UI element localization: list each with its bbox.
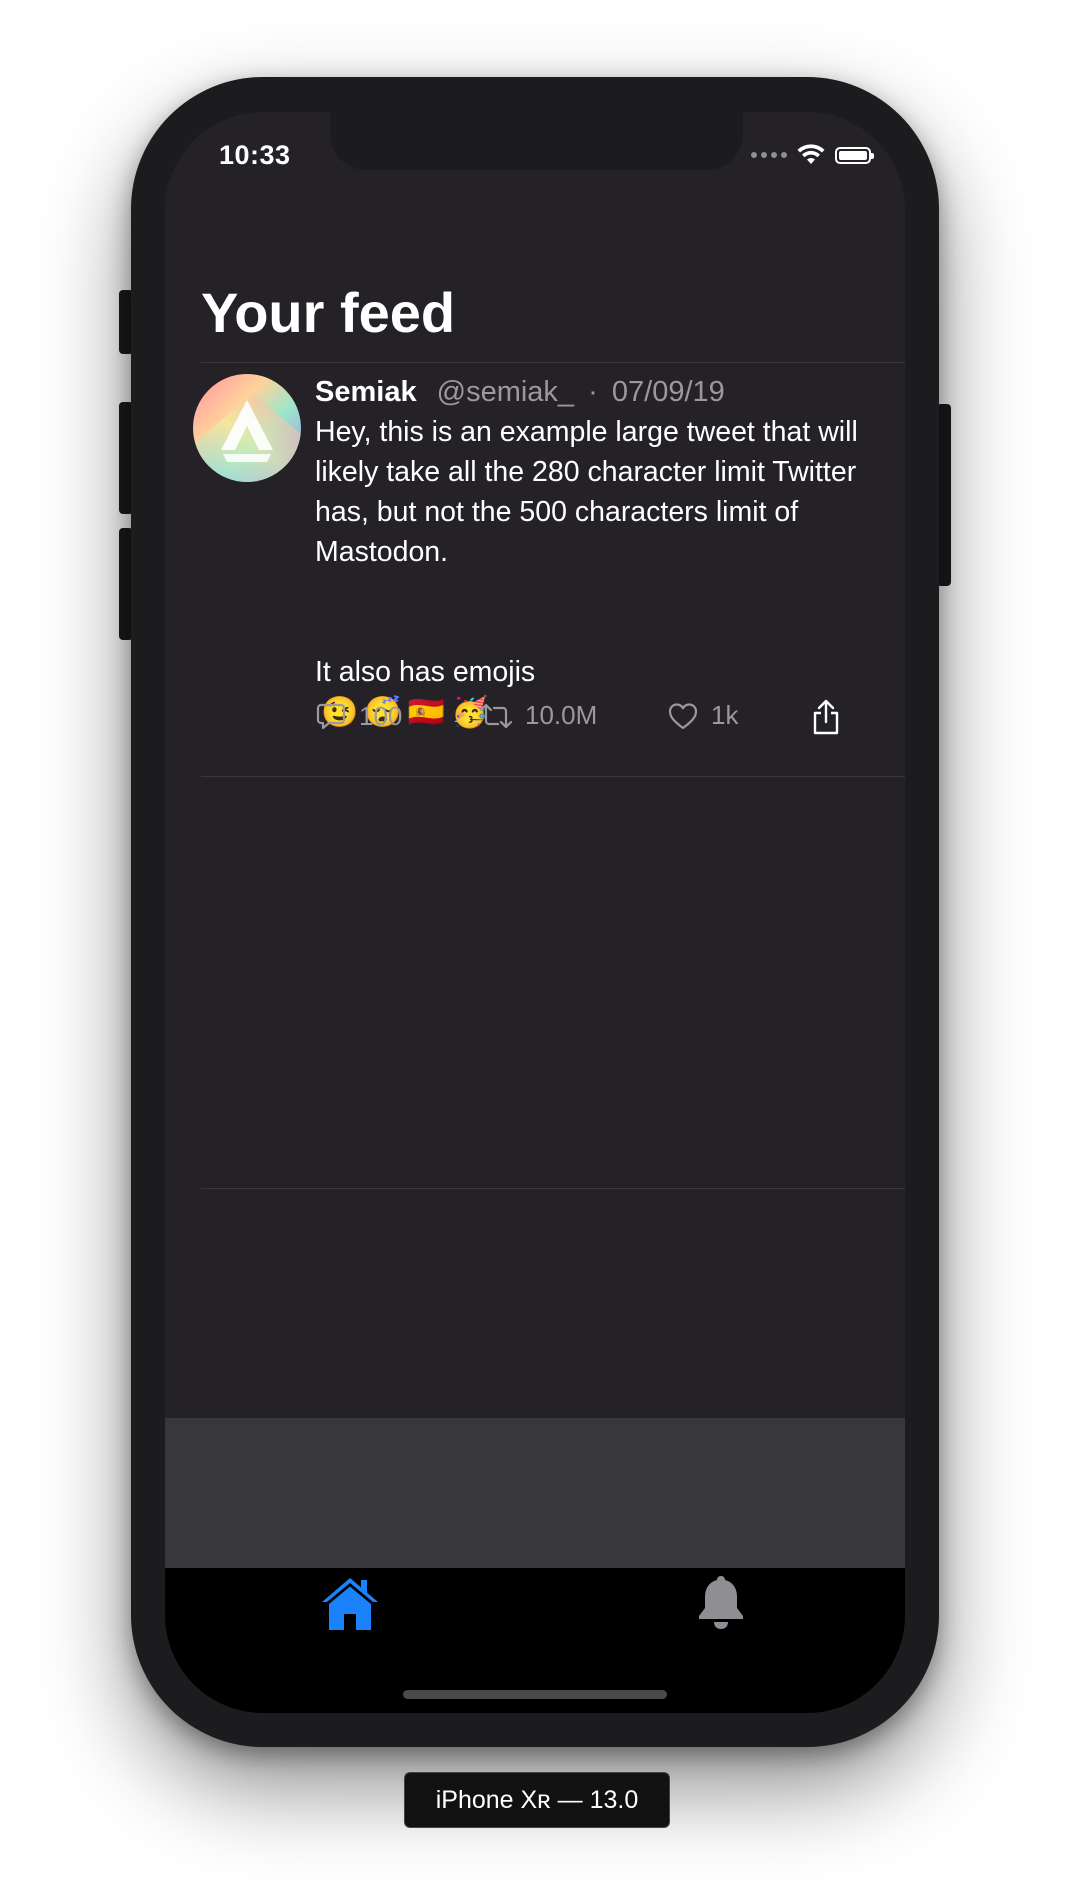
home-indicator[interactable] [403, 1690, 667, 1699]
tweet-header: Semiak @semiak_ · 07/09/19 [315, 374, 885, 410]
wifi-icon [797, 144, 825, 164]
comment-icon [316, 703, 346, 730]
share-icon [813, 699, 839, 735]
home-icon [322, 1578, 378, 1630]
retweet-icon [479, 703, 513, 728]
tab-home[interactable] [319, 1574, 381, 1637]
tweet-content: Semiak @semiak_ · 07/09/19 Hey, this is … [315, 374, 885, 732]
reply-button[interactable]: 100 [315, 700, 402, 732]
battery-icon [835, 146, 874, 164]
divider [201, 362, 905, 363]
status-indicators [751, 144, 874, 166]
author-name[interactable]: Semiak [315, 376, 417, 408]
device-screen: 10:33 Your feed Semiak @semiak_ · 07/09/… [165, 112, 905, 1713]
tweet-text-line: It also has emojis [315, 656, 536, 688]
retweet-button[interactable]: 10.0M [479, 700, 597, 731]
heart-icon [668, 702, 698, 729]
bell-icon [699, 1576, 743, 1629]
like-button[interactable]: 1k [667, 700, 738, 731]
tweet-date: 07/09/19 [611, 376, 725, 408]
avatar[interactable] [193, 374, 301, 482]
tabbar-background [165, 1418, 905, 1568]
notch [330, 112, 743, 170]
reply-count: 100 [359, 700, 403, 731]
simulator-stage: 10:33 Your feed Semiak @semiak_ · 07/09/… [0, 0, 1070, 1900]
tweet-actions: 100 10.0M 1k [315, 698, 875, 740]
share-button[interactable] [811, 698, 841, 736]
tweet-text: Hey, this is an example large tweet that… [315, 416, 858, 568]
status-time: 10:33 [219, 140, 291, 170]
page-title: Your feed [201, 281, 456, 344]
like-count: 1k [711, 700, 739, 730]
header-separator: · [588, 376, 598, 408]
device-label: iPhone Xʀ — 13.0 [404, 1772, 670, 1828]
power-button [937, 404, 951, 586]
tab-notifications[interactable] [695, 1574, 747, 1637]
divider [201, 776, 905, 777]
retweet-count: 10.0M [525, 700, 598, 730]
author-handle[interactable]: @semiak_ [437, 376, 574, 408]
divider [201, 1188, 905, 1189]
cellular-signal-icon [751, 152, 787, 158]
